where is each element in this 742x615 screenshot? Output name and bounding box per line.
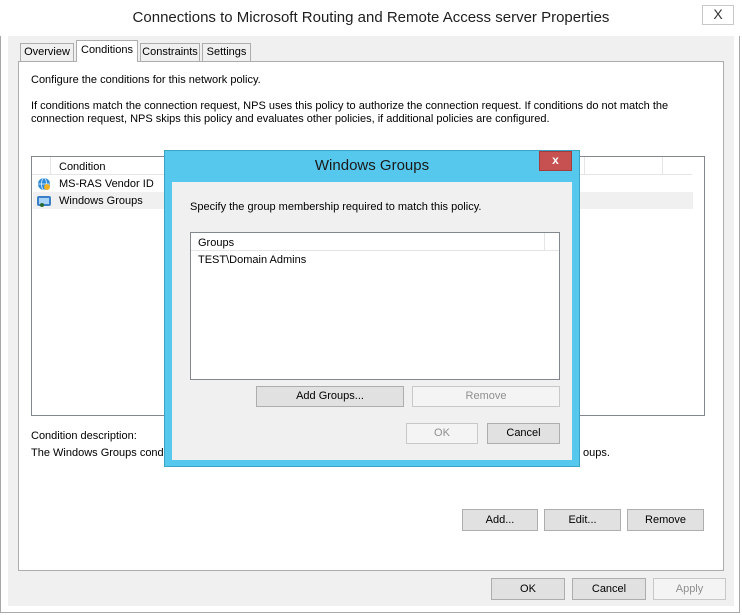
header-divider [584, 157, 585, 174]
conditions-explanation-line1: If conditions match the connection reque… [31, 100, 669, 112]
groups-list-header[interactable] [191, 233, 559, 251]
tab-conditions[interactable]: Conditions [76, 40, 138, 62]
condition-description-text: The Windows Groups condi [31, 447, 167, 459]
dialog-ok-button[interactable]: OK [406, 423, 478, 444]
remove-group-button[interactable]: Remove [412, 386, 560, 407]
condition-description-label: Condition description: [31, 430, 137, 442]
add-groups-button[interactable]: Add Groups... [256, 386, 404, 407]
group-item[interactable]: TEST\Domain Admins [198, 253, 306, 267]
edit-condition-button[interactable]: Edit... [544, 509, 621, 531]
condition-description-tail: oups. [583, 447, 610, 459]
conditions-explanation-line2: connection request, NPS skips this polic… [31, 113, 550, 125]
header-divider [544, 233, 545, 250]
window-title: Connections to Microsoft Routing and Rem… [132, 9, 610, 26]
dialog-close-button[interactable]: x [539, 151, 572, 171]
groups-column-header: Groups [198, 237, 235, 249]
cancel-button[interactable]: Cancel [572, 578, 646, 600]
close-button[interactable]: X [702, 5, 734, 25]
dialog-instruction: Specify the group membership required to… [190, 201, 482, 213]
condition-label: Windows Groups [59, 195, 143, 207]
apply-button[interactable]: Apply [653, 578, 726, 600]
windows-group-icon [37, 196, 51, 207]
globe-person-icon [38, 177, 50, 191]
tab-constraints[interactable]: Constraints [140, 43, 200, 61]
close-icon: x [552, 153, 559, 167]
conditions-column-header: Condition [59, 161, 106, 173]
conditions-intro: Configure the conditions for this networ… [31, 74, 261, 86]
remove-condition-button[interactable]: Remove [627, 509, 704, 531]
header-divider [662, 157, 663, 174]
ok-button[interactable]: OK [491, 578, 565, 600]
dialog-title: Windows Groups [314, 157, 430, 174]
tab-overview[interactable]: Overview [20, 43, 74, 61]
tab-settings[interactable]: Settings [202, 43, 251, 61]
close-icon: X [713, 6, 723, 22]
dialog-cancel-button[interactable]: Cancel [487, 423, 560, 444]
header-divider [50, 157, 51, 174]
add-condition-button[interactable]: Add... [462, 509, 538, 531]
condition-label: MS-RAS Vendor ID [59, 178, 154, 190]
